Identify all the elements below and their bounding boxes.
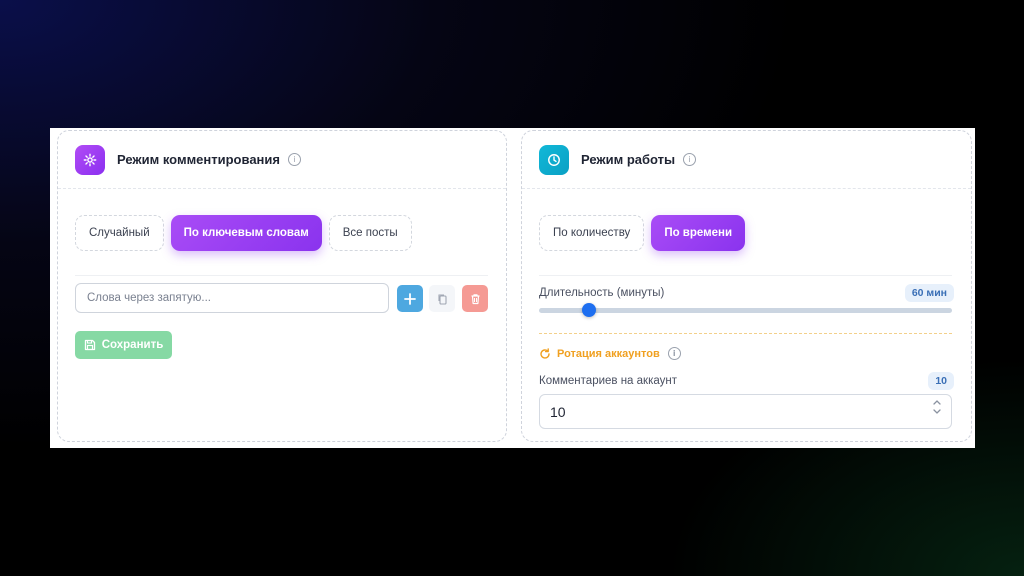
- duration-slider[interactable]: [539, 303, 952, 317]
- divider: [75, 275, 488, 276]
- settings-area: Режим комментирования i Случайный По клю…: [50, 128, 975, 448]
- rotation-section: Ротация аккаунтов i: [539, 347, 681, 360]
- slider-thumb[interactable]: [581, 303, 596, 317]
- comments-per-account-row: Комментариев на аккаунт 10: [539, 372, 954, 390]
- delete-button[interactable]: [462, 285, 488, 312]
- comments-badge: 10: [928, 372, 954, 390]
- work-mode-card: Режим работы i По количеству По времени …: [521, 130, 972, 442]
- duration-label: Длительность (минуты): [539, 287, 665, 299]
- mode-random-button[interactable]: Случайный: [75, 215, 164, 251]
- trash-icon: [471, 293, 479, 304]
- comments-per-account-label: Комментариев на аккаунт: [539, 375, 677, 387]
- save-button[interactable]: Сохранить: [75, 331, 172, 359]
- mode-by-count-button[interactable]: По количеству: [539, 215, 645, 251]
- plus-icon: [404, 292, 416, 305]
- comments-per-account-input[interactable]: 10: [539, 394, 952, 429]
- card-header: Режим комментирования i: [58, 131, 506, 189]
- info-icon[interactable]: i: [287, 153, 301, 166]
- mode-all-posts-button[interactable]: Все посты: [328, 215, 412, 251]
- info-icon[interactable]: i: [667, 347, 681, 360]
- info-icon[interactable]: i: [683, 153, 697, 166]
- mode-keywords-button[interactable]: По ключевым словам: [170, 215, 322, 251]
- card-header: Режим работы i: [522, 131, 971, 189]
- chevron-down-icon[interactable]: [932, 408, 942, 416]
- commenting-mode-card: Режим комментирования i Случайный По клю…: [57, 130, 507, 442]
- section-divider: [539, 333, 952, 334]
- save-label: Сохранить: [101, 339, 164, 351]
- comment-mode-selector: Случайный По ключевым словам Все посты: [75, 215, 412, 251]
- divider: [539, 275, 952, 276]
- work-mode-selector: По количеству По времени: [539, 215, 746, 251]
- keywords-input[interactable]: Слова через запятую...: [75, 283, 389, 313]
- mode-by-time-button[interactable]: По времени: [651, 215, 746, 251]
- copy-icon: [437, 293, 447, 305]
- card-title: Режим работы: [581, 152, 676, 167]
- add-button[interactable]: [397, 285, 423, 312]
- gear-icon: [75, 144, 105, 175]
- duration-badge: 60 мин: [904, 284, 954, 302]
- copy-button[interactable]: [429, 285, 455, 312]
- comments-value: 10: [550, 403, 566, 420]
- duration-row: Длительность (минуты) 60 мин: [539, 284, 954, 302]
- save-icon: [84, 339, 95, 351]
- clock-icon: [539, 144, 569, 175]
- card-title: Режим комментирования: [117, 152, 280, 167]
- number-stepper[interactable]: [932, 398, 942, 416]
- chevron-up-icon[interactable]: [932, 398, 942, 406]
- refresh-icon: [540, 347, 550, 359]
- rotation-label: Ротация аккаунтов: [557, 347, 660, 360]
